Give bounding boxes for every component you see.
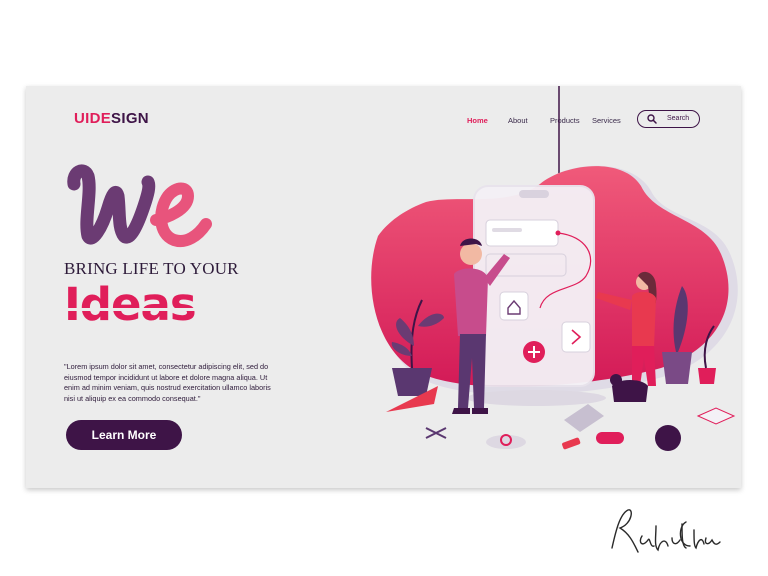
logo-part-2: SIGN: [111, 110, 149, 127]
right-plant-pot: [662, 352, 692, 384]
eraser: [596, 432, 624, 444]
marker: [562, 437, 581, 450]
hero-illustration: [371, 86, 738, 451]
man-shoes: [452, 408, 488, 414]
scissors-icon: [425, 427, 447, 439]
phone-shadow: [466, 390, 606, 406]
small-pot: [698, 368, 716, 384]
man-shirt: [454, 268, 488, 336]
hero-headline: Ideas: [64, 278, 197, 331]
phone-card: [485, 219, 559, 247]
learn-more-button[interactable]: Learn More: [66, 420, 182, 450]
home-tile: [499, 291, 529, 321]
designer-signature: [611, 509, 721, 553]
left-plant-pot: [392, 368, 432, 396]
phone-notch: [519, 190, 549, 198]
tape-roll: [655, 425, 681, 451]
woman-top: [632, 291, 656, 348]
dog-head: [610, 374, 622, 386]
magnifier-disc: [486, 435, 526, 449]
headline-cut-line: [62, 308, 267, 311]
hero-subheading: BRING LIFE TO YOUR: [64, 259, 239, 278]
stapler: [564, 404, 604, 432]
landing-page-card: UIDESIGN Home About Products Services Se…: [26, 86, 741, 488]
brand-logo[interactable]: UIDESIGN: [74, 110, 149, 127]
hero-body-text: "Lorem ipsum dolor sit amet, consectetur…: [64, 362, 271, 403]
logo-part-1: UIDE: [74, 110, 112, 127]
we-script-heading: [67, 164, 212, 247]
connector-dot: [555, 230, 561, 236]
phone-card-line: [492, 228, 522, 232]
next-tile: [561, 321, 591, 353]
man-head: [460, 243, 482, 265]
open-book: [696, 407, 736, 425]
